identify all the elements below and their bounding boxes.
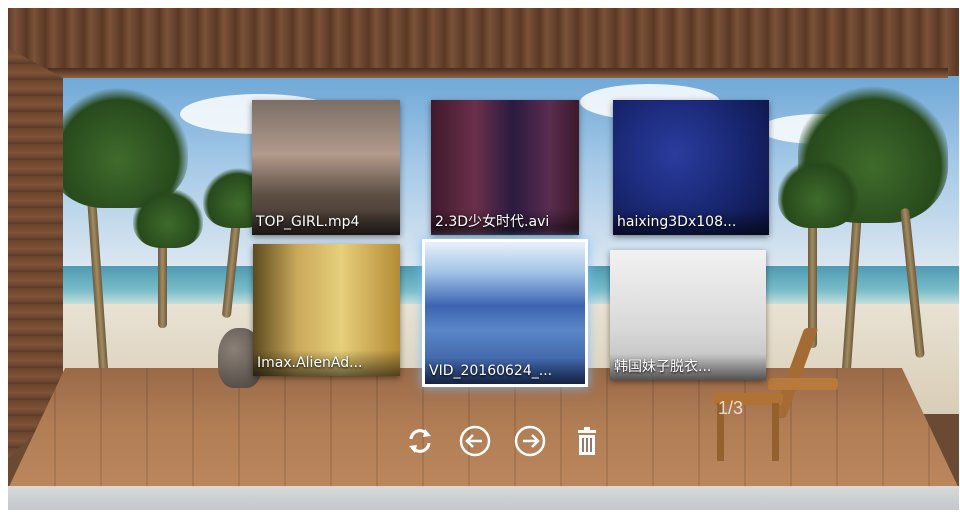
video-title: VID_20160624_... xyxy=(425,358,585,384)
arrow-right-circle-icon xyxy=(514,425,546,457)
previous-page-button[interactable] xyxy=(458,424,492,458)
video-tile[interactable]: 2.3D少女时代.avi xyxy=(431,100,579,235)
video-title: haixing3Dx108... xyxy=(613,209,769,235)
video-title: Imax.AlienAd... xyxy=(253,350,400,376)
video-tile-selected[interactable]: VID_20160624_... xyxy=(422,239,588,387)
video-tile[interactable]: TOP_GIRL.mp4 xyxy=(252,100,400,235)
video-title: 2.3D少女时代.avi xyxy=(431,209,579,235)
next-page-button[interactable] xyxy=(513,424,547,458)
arrow-left-circle-icon xyxy=(459,425,491,457)
wood-ceiling xyxy=(8,8,959,76)
page-indicator: 1/3 xyxy=(718,398,744,418)
video-tile[interactable]: 韩国妹子脱衣... xyxy=(610,250,766,380)
trash-icon xyxy=(578,427,596,455)
refresh-button[interactable] xyxy=(403,424,437,458)
refresh-icon xyxy=(409,429,431,453)
video-tile[interactable]: Imax.AlienAd... xyxy=(253,244,400,376)
video-title: 韩国妹子脱衣... xyxy=(610,354,766,380)
delete-button[interactable] xyxy=(570,424,604,458)
video-title: TOP_GIRL.mp4 xyxy=(252,209,400,235)
video-tile[interactable]: haixing3Dx108... xyxy=(613,100,769,235)
